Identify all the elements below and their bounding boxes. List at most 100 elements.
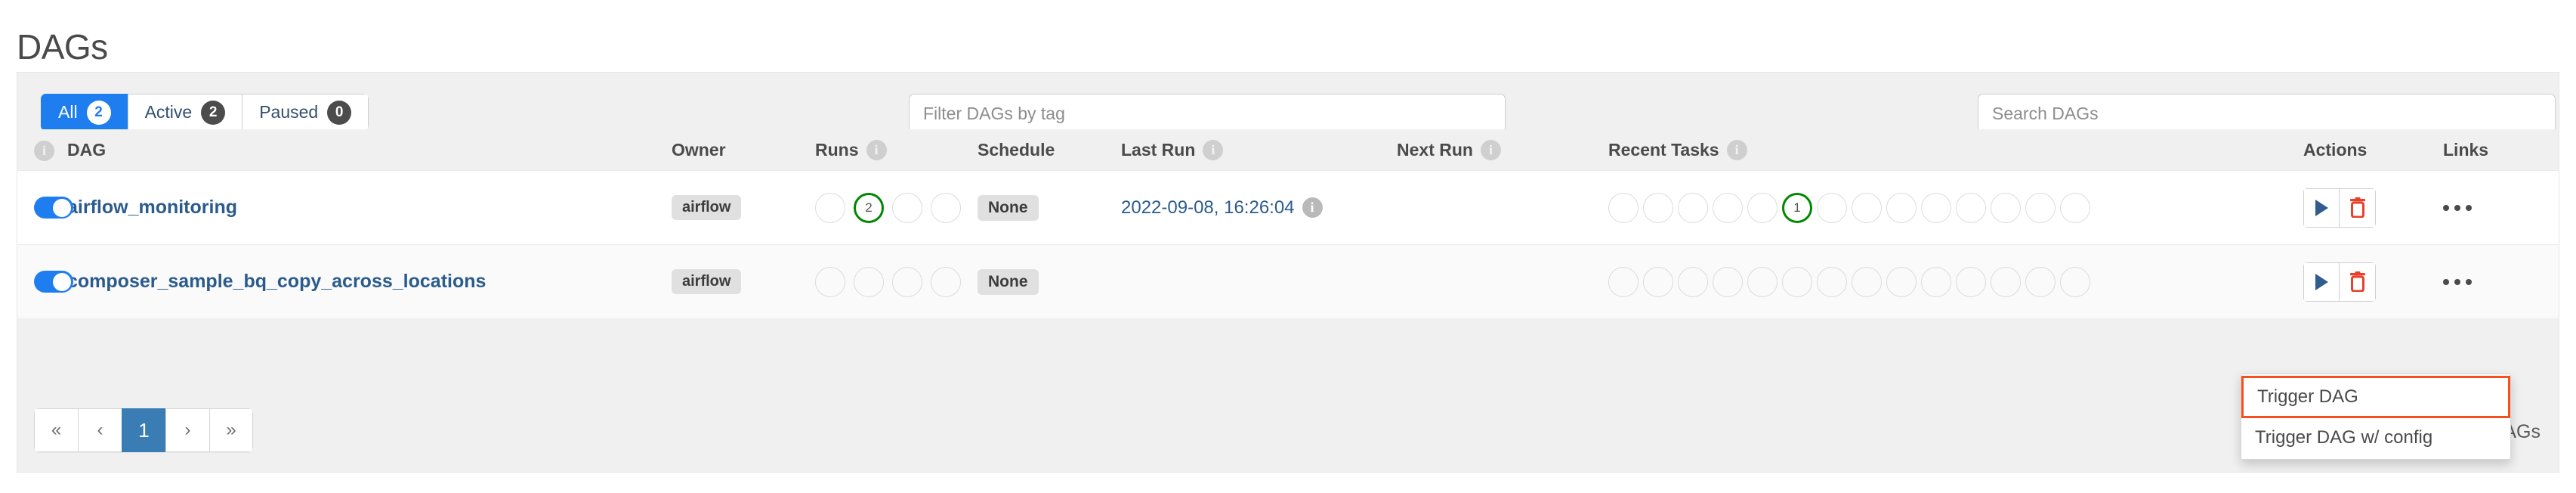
- task-state-circle[interactable]: [1991, 266, 2021, 297]
- task-state-circle[interactable]: [2025, 192, 2056, 223]
- last-run-row-info-icon[interactable]: i: [1302, 197, 1323, 218]
- dag-last-run-cell: 2022-09-08, 16:26:04 i: [1121, 197, 1397, 219]
- run-state-circle[interactable]: [931, 266, 961, 297]
- run-state-circle[interactable]: 2: [854, 192, 884, 223]
- dag-runs-cell: 2: [815, 192, 978, 223]
- search-dags-input[interactable]: [1978, 94, 2556, 133]
- dag-link[interactable]: composer_sample_bq_copy_across_locations: [67, 271, 486, 292]
- header-actions: Actions: [2303, 139, 2368, 160]
- task-state-circle[interactable]: [1921, 266, 1951, 297]
- tab-active-label: Active: [144, 102, 193, 122]
- task-state-circle[interactable]: [2060, 192, 2090, 223]
- tab-active-count: 2: [201, 100, 226, 125]
- task-state-circle[interactable]: [1643, 192, 1673, 223]
- menu-item-trigger-dag[interactable]: Trigger DAG: [2241, 376, 2510, 418]
- task-state-circle[interactable]: [1608, 266, 1639, 297]
- dag-pause-toggle[interactable]: [17, 197, 73, 219]
- pagination-first[interactable]: «: [34, 408, 78, 452]
- dag-recent-tasks-cell: 1: [1608, 192, 2303, 223]
- dag-recent-tasks-cell: [1608, 266, 2303, 297]
- last-run-info-icon[interactable]: i: [1203, 139, 1224, 160]
- task-state-circle[interactable]: [1956, 266, 1986, 297]
- recent-tasks-circles-1: [1608, 266, 2303, 297]
- task-state-circle[interactable]: [1956, 192, 1986, 223]
- run-state-circle[interactable]: [815, 266, 845, 297]
- filter-dags-by-tag-input[interactable]: [909, 94, 1506, 133]
- task-state-circle[interactable]: [1852, 266, 1882, 297]
- owner-badge[interactable]: airflow: [672, 269, 742, 294]
- dag-schedule-cell: None: [978, 194, 1121, 221]
- run-state-circle[interactable]: [931, 192, 961, 223]
- pagination-prev[interactable]: ‹: [78, 408, 122, 452]
- owner-badge[interactable]: airflow: [672, 195, 742, 220]
- header-last-run-label: Last Run: [1121, 139, 1196, 160]
- delete-dag-button[interactable]: [2340, 188, 2376, 228]
- task-state-circle[interactable]: [1678, 266, 1708, 297]
- task-state-circle[interactable]: [2060, 266, 2090, 297]
- task-state-circle[interactable]: [1678, 192, 1708, 223]
- dag-runs-cell: [815, 266, 978, 297]
- task-state-circle[interactable]: [1643, 266, 1673, 297]
- task-state-circle[interactable]: [1713, 192, 1743, 223]
- ellipsis-icon[interactable]: [2443, 204, 2472, 211]
- next-run-info-icon[interactable]: i: [1480, 139, 1501, 160]
- trigger-dag-button[interactable]: [2303, 188, 2340, 228]
- task-state-circle[interactable]: 1: [1782, 192, 1812, 223]
- delete-dag-button[interactable]: [2340, 262, 2376, 302]
- header-next-run: Next Run i: [1397, 139, 1608, 160]
- run-state-circle[interactable]: [815, 192, 845, 223]
- header-toggle-info: i: [17, 139, 67, 161]
- info-icon[interactable]: i: [34, 140, 54, 161]
- table-header-row: i DAG Owner Runs i Schedule Last Run i N…: [17, 129, 2559, 170]
- task-state-circle[interactable]: [1608, 192, 1639, 223]
- task-state-circle[interactable]: [1886, 266, 1917, 297]
- task-state-circle[interactable]: [1991, 192, 2021, 223]
- trigger-dag-button[interactable]: [2303, 262, 2340, 302]
- pagination-next[interactable]: ›: [165, 408, 209, 452]
- header-recent-tasks: Recent Tasks i: [1608, 139, 2303, 160]
- task-state-circle[interactable]: [2025, 266, 2056, 297]
- run-state-circle[interactable]: [892, 192, 922, 223]
- task-state-circle[interactable]: [1921, 192, 1951, 223]
- table-row: composer_sample_bq_copy_across_locations…: [17, 244, 2559, 318]
- task-state-circle[interactable]: [1886, 192, 1917, 223]
- runs-info-icon[interactable]: i: [866, 139, 887, 160]
- dag-links-cell: [2443, 201, 2556, 215]
- toggle-switch-icon[interactable]: [34, 197, 73, 219]
- run-state-circle[interactable]: [854, 266, 884, 297]
- task-state-circle[interactable]: [1713, 266, 1743, 297]
- tab-all[interactable]: All 2: [41, 94, 128, 131]
- runs-circles-0: 2: [815, 192, 978, 223]
- runs-circles-1: [815, 266, 978, 297]
- task-state-circle[interactable]: [1782, 266, 1812, 297]
- menu-item-trigger-dag-with-config[interactable]: Trigger DAG w/ config: [2241, 418, 2510, 457]
- dag-name-cell: airflow_monitoring: [67, 197, 672, 219]
- tab-active[interactable]: Active 2: [127, 94, 242, 131]
- play-icon: [2315, 273, 2328, 290]
- run-state-circle[interactable]: [892, 266, 922, 297]
- task-state-circle[interactable]: [1817, 266, 1847, 297]
- task-state-circle[interactable]: [1747, 192, 1778, 223]
- dag-owner-cell: airflow: [672, 195, 815, 220]
- task-state-circle[interactable]: [1817, 192, 1847, 223]
- header-dag: DAG: [67, 139, 107, 160]
- toggle-switch-icon[interactable]: [34, 271, 73, 293]
- pagination-last[interactable]: »: [209, 408, 253, 452]
- dags-panel: All 2 Active 2 Paused 0 i: [17, 72, 2559, 473]
- dags-table: i DAG Owner Runs i Schedule Last Run i N…: [17, 129, 2559, 318]
- header-next-run-label: Next Run: [1397, 139, 1473, 160]
- pagination-page-1[interactable]: 1: [122, 408, 165, 452]
- tab-paused-label: Paused: [259, 102, 319, 122]
- dag-actions-cell: [2303, 188, 2443, 228]
- dag-link[interactable]: airflow_monitoring: [67, 197, 237, 218]
- dag-links-cell: [2443, 275, 2556, 289]
- task-state-circle[interactable]: [1747, 266, 1778, 297]
- tab-paused[interactable]: Paused 0: [242, 94, 369, 131]
- dag-pause-toggle[interactable]: [17, 271, 73, 293]
- task-state-circle[interactable]: [1852, 192, 1882, 223]
- page-title: DAGs: [17, 26, 108, 67]
- recent-tasks-info-icon[interactable]: i: [1726, 139, 1747, 160]
- ellipsis-icon[interactable]: [2443, 278, 2472, 285]
- tab-all-count: 2: [86, 100, 111, 125]
- last-run-link[interactable]: 2022-09-08, 16:26:04: [1121, 197, 1295, 219]
